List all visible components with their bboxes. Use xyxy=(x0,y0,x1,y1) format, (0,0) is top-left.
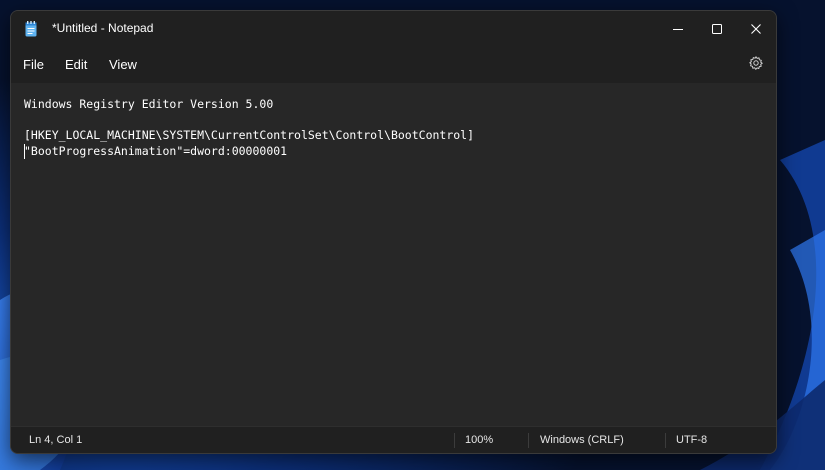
status-divider xyxy=(665,433,666,448)
editor-line: "BootProgressAnimation"=dword:00000001 xyxy=(24,144,288,158)
minimize-icon xyxy=(673,24,683,34)
maximize-button[interactable] xyxy=(697,11,737,47)
text-caret xyxy=(24,144,25,159)
close-button[interactable] xyxy=(736,11,776,47)
editor-line: Windows Registry Editor Version 5.00 xyxy=(24,97,274,111)
window-title: *Untitled - Notepad xyxy=(52,21,154,35)
gear-icon xyxy=(749,55,763,75)
settings-button[interactable] xyxy=(745,54,767,76)
menu-view[interactable]: View xyxy=(107,47,139,83)
cursor-position[interactable]: Ln 4, Col 1 xyxy=(29,427,82,453)
menu-file[interactable]: File xyxy=(21,47,46,83)
zoom-level[interactable]: 100% xyxy=(465,427,493,453)
menu-bar: File Edit View xyxy=(11,47,776,83)
line-ending[interactable]: Windows (CRLF) xyxy=(540,427,624,453)
text-editor[interactable]: Windows Registry Editor Version 5.00 [HK… xyxy=(11,83,776,425)
close-icon xyxy=(751,24,761,34)
menu-edit[interactable]: Edit xyxy=(63,47,89,83)
status-bar: Ln 4, Col 1 100% Windows (CRLF) UTF-8 xyxy=(11,426,776,453)
title-bar[interactable]: *Untitled - Notepad xyxy=(11,11,776,47)
encoding[interactable]: UTF-8 xyxy=(676,427,707,453)
status-divider xyxy=(454,433,455,448)
status-divider xyxy=(528,433,529,448)
editor-line: [HKEY_LOCAL_MACHINE\SYSTEM\CurrentContro… xyxy=(24,128,475,142)
notepad-icon xyxy=(25,21,37,37)
maximize-icon xyxy=(712,24,722,34)
notepad-window: *Untitled - Notepad File Edit View Windo… xyxy=(10,10,777,454)
minimize-button[interactable] xyxy=(658,11,698,47)
